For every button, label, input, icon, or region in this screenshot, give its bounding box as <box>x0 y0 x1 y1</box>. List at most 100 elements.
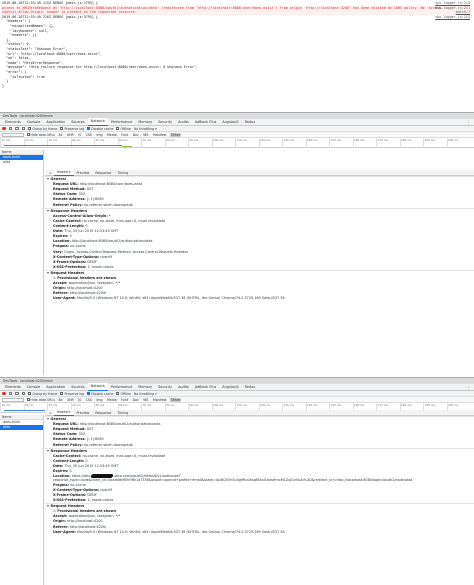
checkbox[interactable] <box>28 392 32 395</box>
tab-memory[interactable]: Memory <box>135 119 155 126</box>
tab-application[interactable]: Application <box>43 384 68 391</box>
console-text: "headers": {} <box>2 33 37 38</box>
detail-tab-timing[interactable]: Timing <box>114 410 131 416</box>
filter-type-xhr[interactable]: XHR <box>66 133 75 137</box>
filter-icon[interactable] <box>15 391 19 396</box>
tab-adblock-plus[interactable]: AdBlock Plus <box>192 384 220 391</box>
filter-type-ws[interactable]: WS <box>142 398 149 402</box>
tab-adblock-plus[interactable]: AdBlock Plus <box>192 119 220 126</box>
collapse-triangle-icon[interactable] <box>47 449 49 452</box>
filter-type-doc[interactable]: Doc <box>132 133 140 137</box>
checkbox[interactable] <box>28 127 32 130</box>
request-item[interactable]: okta <box>0 160 43 165</box>
filter-type-js[interactable]: JS <box>77 133 82 137</box>
tab-memory[interactable]: Memory <box>135 384 155 391</box>
hide-data-urls[interactable]: Hide data URLs <box>26 397 55 402</box>
clear-button[interactable] <box>8 391 13 396</box>
throttle-select[interactable]: No throttling ▾ <box>134 127 157 131</box>
disable-cache[interactable]: Disable cache <box>87 127 113 131</box>
close-icon[interactable]: × <box>47 171 54 175</box>
filter-type-manifest[interactable]: Manifest <box>152 398 168 402</box>
more-menu-icon[interactable]: ⋮ <box>466 385 474 390</box>
timeline-bar <box>4 144 122 146</box>
tab-performance[interactable]: Performance <box>108 119 136 126</box>
filter-type-all[interactable]: All <box>57 398 63 402</box>
preserve-log[interactable]: Preserve log <box>60 392 84 396</box>
tab-redux[interactable]: Redux <box>242 384 259 391</box>
record-button[interactable] <box>2 391 6 396</box>
tab-sources[interactable]: Sources <box>68 384 87 391</box>
checkbox[interactable] <box>26 398 30 401</box>
filter-type-css[interactable]: CSS <box>85 133 93 137</box>
tab-console[interactable]: Console <box>24 119 43 126</box>
filter-type-manifest[interactable]: Manifest <box>152 133 168 137</box>
filter-input[interactable] <box>2 132 24 137</box>
tab-performance[interactable]: Performance <box>108 384 136 391</box>
collapse-triangle-icon[interactable] <box>47 209 49 212</box>
tab-security[interactable]: Security <box>155 384 175 391</box>
tab-application[interactable]: Application <box>43 119 68 126</box>
tab-audits[interactable]: Audits <box>175 119 192 126</box>
tab-sources[interactable]: Sources <box>68 119 87 126</box>
detail-tab-response[interactable]: Response <box>92 170 114 176</box>
filter-type-doc[interactable]: Doc <box>132 398 140 402</box>
detail-tab-headers[interactable]: Headers <box>53 409 74 416</box>
close-icon[interactable]: × <box>47 411 54 415</box>
detail-tab-preview[interactable]: Preview <box>74 410 93 416</box>
detail-tab-headers[interactable]: Headers <box>53 169 74 176</box>
offline[interactable]: Offline <box>116 127 131 131</box>
detail-tab-preview[interactable]: Preview <box>74 170 93 176</box>
search-icon[interactable] <box>21 126 26 131</box>
search-icon[interactable] <box>21 391 26 396</box>
filter-type-all[interactable]: All <box>57 133 63 137</box>
filter-type-media[interactable]: Media <box>106 398 118 402</box>
filter-type-xhr[interactable]: XHR <box>66 398 75 402</box>
console-text: "error": { <box>2 69 27 74</box>
filter-type-other[interactable]: Other <box>170 132 182 137</box>
checkbox[interactable] <box>26 133 30 136</box>
throttle-select[interactable]: No throttling ▾ <box>134 392 157 396</box>
tab-network[interactable]: Network <box>87 118 108 126</box>
console-text: 2019-06-20T12:53:49.115Z DEBUG [main.js:… <box>2 1 98 5</box>
filter-type-js[interactable]: JS <box>77 398 82 402</box>
header-value: [::1]:8080 <box>86 197 104 202</box>
filter-type-font[interactable]: Font <box>120 398 129 402</box>
hide-data-urls-label: Hide data URLs <box>30 397 55 402</box>
tab-network[interactable]: Network <box>87 383 108 391</box>
tab-console[interactable]: Console <box>24 384 43 391</box>
detail-tab-response[interactable]: Response <box>92 410 114 416</box>
filter-type-ws[interactable]: WS <box>142 133 149 137</box>
tab-angularjs[interactable]: AngularJS <box>219 384 241 391</box>
tab-angularjs[interactable]: AngularJS <box>219 119 241 126</box>
tab-elements[interactable]: Elements <box>2 119 24 126</box>
group-by-frame[interactable]: Group by frame <box>28 392 57 396</box>
preserve-log[interactable]: Preserve log <box>60 127 84 131</box>
request-item[interactable]: okta <box>0 425 43 430</box>
checkbox[interactable] <box>87 392 91 395</box>
filter-type-media[interactable]: Media <box>106 133 118 137</box>
filter-type-css[interactable]: CSS <box>85 398 93 402</box>
more-menu-icon[interactable]: ⋮ <box>466 120 474 125</box>
tab-security[interactable]: Security <box>155 119 175 126</box>
filter-icon[interactable] <box>15 126 19 131</box>
filter-type-font[interactable]: Font <box>120 133 129 137</box>
group-by-frame[interactable]: Group by frame <box>28 127 57 131</box>
collapse-triangle-icon[interactable] <box>47 418 49 420</box>
disable-cache[interactable]: Disable cache <box>87 392 113 396</box>
record-button[interactable] <box>2 126 6 131</box>
filter-type-img[interactable]: Img <box>95 398 103 402</box>
offline[interactable]: Offline <box>116 392 131 396</box>
checkbox[interactable] <box>87 127 91 130</box>
clear-button[interactable] <box>8 126 13 131</box>
collapse-triangle-icon[interactable] <box>47 271 49 274</box>
hide-data-urls[interactable]: Hide data URLs <box>26 133 55 137</box>
filter-type-img[interactable]: Img <box>95 133 103 137</box>
detail-tab-timing[interactable]: Timing <box>114 170 131 176</box>
filter-input[interactable] <box>2 397 24 402</box>
collapse-triangle-icon[interactable] <box>47 178 49 180</box>
collapse-triangle-icon[interactable] <box>47 505 49 508</box>
tab-audits[interactable]: Audits <box>175 384 192 391</box>
filter-type-other[interactable]: Other <box>170 397 182 402</box>
tab-redux[interactable]: Redux <box>242 119 259 126</box>
tab-elements[interactable]: Elements <box>2 384 24 391</box>
